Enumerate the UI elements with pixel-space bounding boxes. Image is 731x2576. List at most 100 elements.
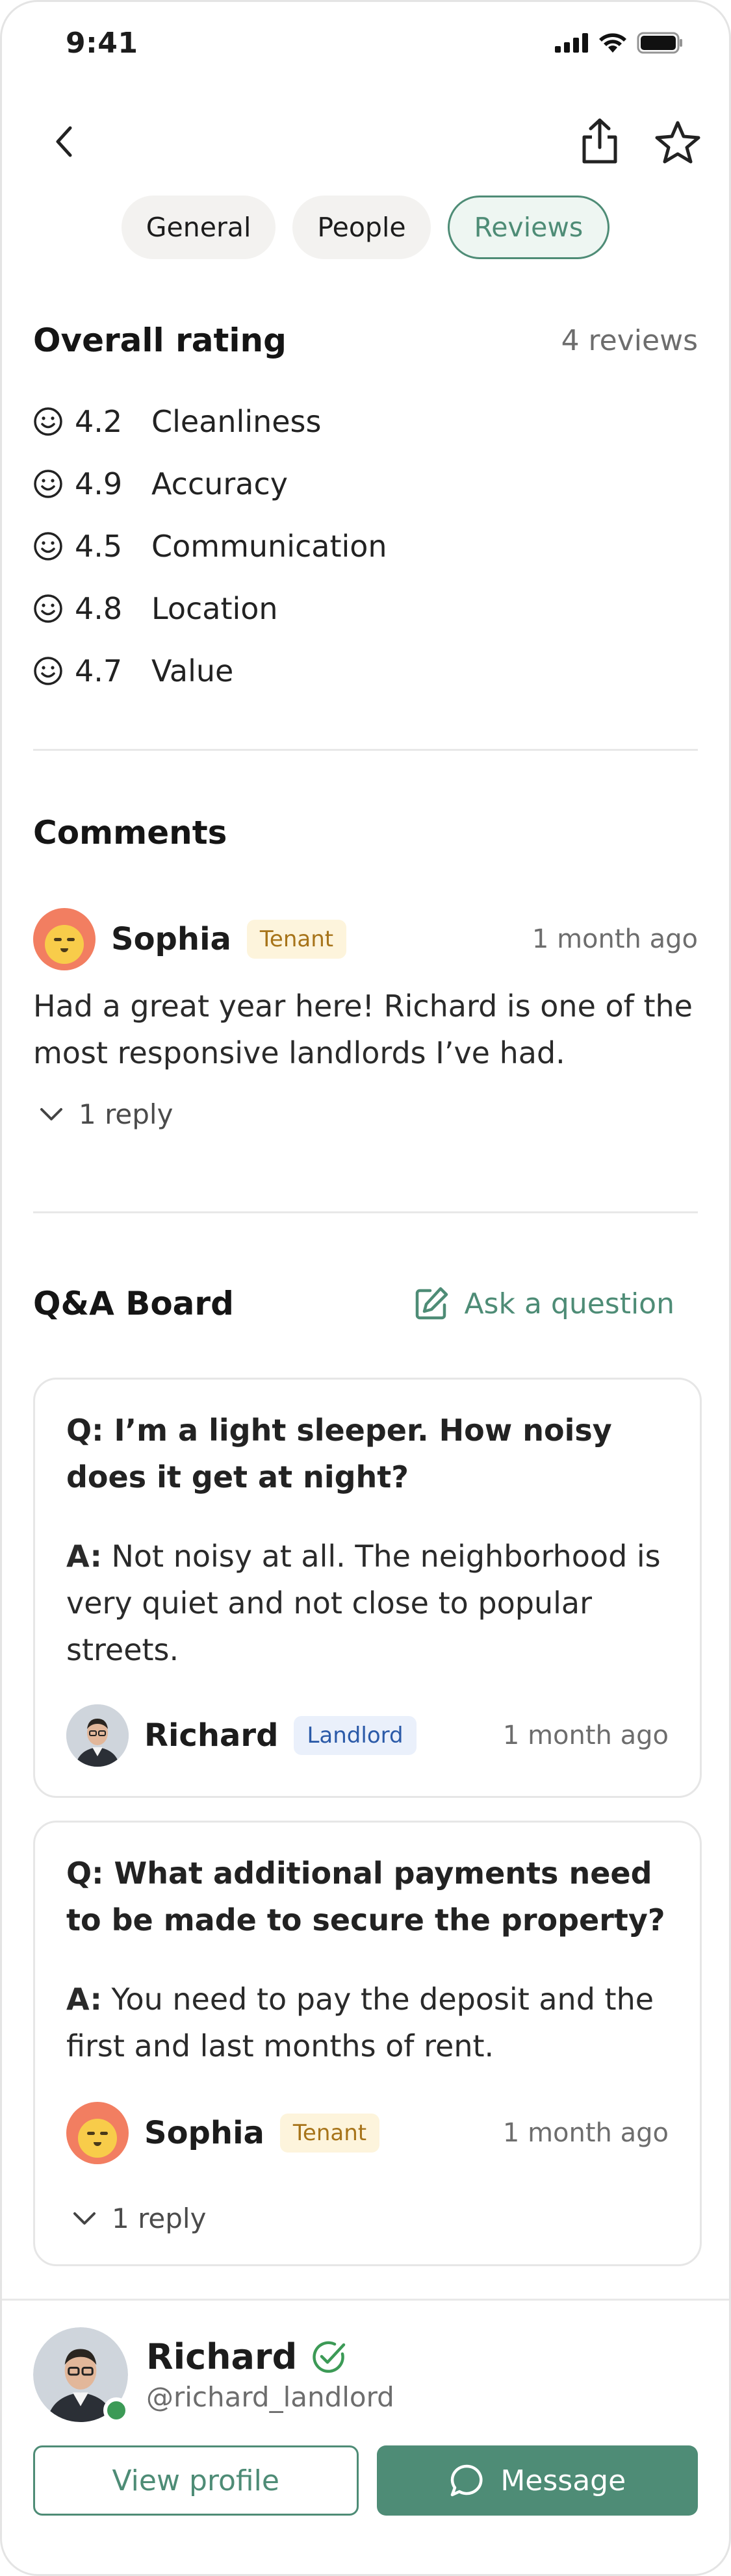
rating-row-cleanliness: 4.2 Cleanliness — [33, 390, 387, 453]
status-time: 9:41 — [66, 27, 138, 60]
section-divider — [33, 749, 698, 751]
qa-answer: A: You need to pay the deposit and the f… — [66, 1976, 669, 2069]
qa-author-name[interactable]: Richard — [144, 1717, 278, 1754]
role-badge: Tenant — [246, 920, 347, 959]
overall-rating-header: Overall rating 4 reviews — [33, 322, 698, 359]
rating-score: 4.7 — [75, 653, 123, 688]
rating-label: Location — [151, 591, 278, 626]
qa-card: Q: What additional payments need to be m… — [33, 1821, 702, 2266]
rating-score: 4.8 — [75, 591, 123, 626]
favorite-button[interactable] — [650, 115, 705, 170]
signal-icon — [555, 33, 588, 53]
avatar-eye — [54, 938, 62, 941]
qa-question: Q: I’m a light sleeper. How noisy does i… — [66, 1413, 612, 1495]
ask-question-button[interactable]: Ask a question — [413, 1285, 674, 1322]
avatar-eye — [100, 2132, 108, 2135]
richard-portrait — [66, 1704, 129, 1767]
online-status-indicator — [103, 2397, 129, 2423]
answer-text: Not noisy at all. The neighborhood is ve… — [66, 1539, 661, 1667]
qa-author: Richard Landlord 1 month ago — [66, 1704, 669, 1767]
chevron-down-icon — [73, 2212, 96, 2225]
chevron-down-icon — [40, 1107, 62, 1120]
message-label: Message — [500, 2464, 626, 2497]
back-button[interactable] — [41, 119, 86, 164]
qa-answer: A: Not noisy at all. The neighborhood is… — [66, 1533, 669, 1673]
avatar[interactable] — [66, 2102, 129, 2164]
profile-handle: @richard_landlord — [146, 2381, 394, 2413]
avatar-mouth — [60, 948, 68, 952]
top-nav — [2, 112, 729, 171]
tab-people[interactable]: People — [292, 196, 431, 259]
wifi-icon — [599, 33, 626, 53]
rating-score: 4.2 — [75, 404, 123, 439]
landlord-profile: Richard @richard_landlord — [33, 2327, 698, 2423]
status-icons — [555, 32, 684, 54]
view-profile-button[interactable]: View profile — [33, 2445, 359, 2516]
smile-icon — [34, 594, 62, 623]
role-badge: Tenant — [279, 2114, 380, 2153]
rating-label: Value — [151, 653, 234, 688]
rating-list: 4.2 Cleanliness 4.9 Accuracy 4.5 Communi… — [33, 390, 387, 702]
share-icon — [582, 118, 617, 164]
rating-row-value: 4.7 Value — [33, 640, 387, 702]
comment-header: Sophia Tenant 1 month ago — [33, 907, 698, 972]
qa-question: Q: What additional payments need to be m… — [66, 1856, 665, 1938]
star-icon — [655, 121, 700, 164]
avatar[interactable] — [33, 908, 96, 970]
replies-toggle[interactable]: 1 reply — [40, 1098, 173, 1130]
smile-icon — [34, 657, 62, 685]
comment-text: Had a great year here! Richard is one of… — [33, 989, 693, 1070]
tab-general[interactable]: General — [121, 196, 276, 259]
rating-label: Cleanliness — [151, 404, 322, 439]
tab-reviews[interactable]: Reviews — [447, 196, 610, 259]
profile-info: Richard @richard_landlord — [146, 2336, 394, 2413]
avatar-eye — [67, 938, 75, 941]
smile-icon — [34, 407, 62, 436]
avatar-eye — [87, 2132, 95, 2135]
replies-count: 1 reply — [112, 2203, 207, 2234]
answer-prefix: A: — [66, 1982, 102, 2017]
qa-card: Q: I’m a light sleeper. How noisy does i… — [33, 1378, 702, 1798]
message-button[interactable]: Message — [376, 2445, 698, 2516]
ask-question-label: Ask a question — [464, 1287, 674, 1320]
rating-row-location: 4.8 Location — [33, 577, 387, 640]
rating-row-communication: 4.5 Communication — [33, 515, 387, 577]
chevron-left-icon — [56, 126, 72, 157]
review-count: 4 reviews — [561, 323, 698, 357]
replies-count: 1 reply — [79, 1098, 173, 1130]
edit-icon — [416, 1287, 448, 1320]
smile-icon — [34, 470, 62, 498]
rating-score: 4.9 — [75, 466, 123, 501]
qa-time: 1 month ago — [502, 2118, 669, 2148]
chat-bubble-icon — [451, 2464, 483, 2497]
status-bar: 9:41 — [2, 2, 729, 86]
profile-avatar[interactable] — [33, 2327, 129, 2423]
section-divider — [33, 1211, 698, 1213]
answer-prefix: A: — [66, 1539, 102, 1574]
phone-frame: 9:41 General People Reviews Overall rati… — [0, 0, 731, 2576]
smile-icon — [34, 532, 62, 561]
profile-name: Richard — [146, 2336, 298, 2377]
battery-icon — [637, 32, 682, 54]
footer-divider — [2, 2299, 729, 2301]
verified-check-icon — [313, 2341, 346, 2373]
answer-text: You need to pay the deposit and the firs… — [66, 1982, 654, 2064]
avatar-face — [78, 2119, 117, 2158]
profile-actions: View profile Message — [33, 2445, 698, 2516]
rating-row-accuracy: 4.9 Accuracy — [33, 453, 387, 515]
comments-title: Comments — [33, 814, 227, 852]
avatar[interactable] — [66, 1704, 129, 1767]
qa-title: Q&A Board — [33, 1285, 234, 1322]
rating-label: Communication — [151, 529, 387, 564]
avatar-face — [45, 925, 84, 964]
avatar-mouth — [94, 2142, 101, 2146]
qa-author: Sophia Tenant 1 month ago — [66, 2102, 669, 2164]
comment-author[interactable]: Sophia — [111, 921, 231, 957]
tab-bar: General People Reviews — [2, 196, 729, 259]
share-button[interactable] — [574, 115, 626, 167]
qa-author-name[interactable]: Sophia — [144, 2115, 264, 2151]
replies-toggle[interactable]: 1 reply — [73, 2203, 206, 2234]
qa-header: Q&A Board Ask a question — [33, 1285, 698, 1322]
rating-score: 4.5 — [75, 529, 123, 564]
comment-time: 1 month ago — [532, 924, 698, 954]
